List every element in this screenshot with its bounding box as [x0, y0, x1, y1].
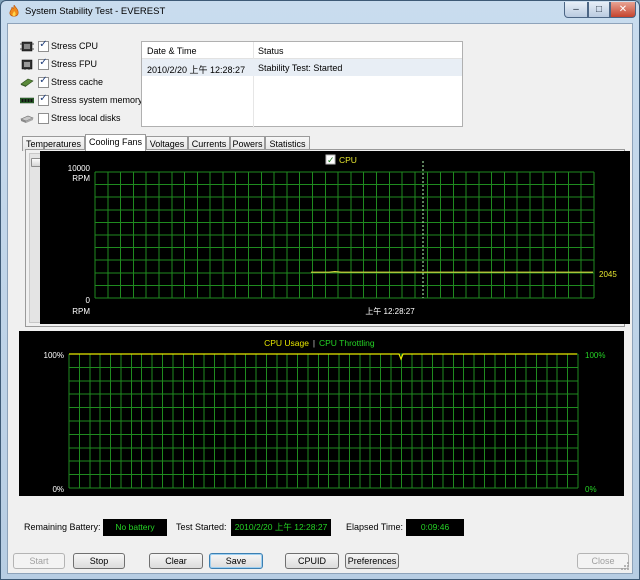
check-icon: ✓	[39, 39, 48, 50]
test-started-value: 2010/2/20 上午 12:28:27	[231, 519, 331, 536]
close-icon: ✕	[618, 4, 628, 15]
stress-fpu-checkbox[interactable]: ✓	[38, 57, 49, 70]
check-icon: ✓	[39, 93, 48, 104]
fpu-chip-icon	[21, 59, 33, 70]
elapsed-time-label: Elapsed Time:	[346, 522, 404, 532]
window-title: System Stability Test - EVEREST	[25, 6, 166, 17]
legend-cpu-throttling: CPU Throttling	[319, 338, 375, 348]
legend-cpu-usage: CPU Usage	[264, 338, 309, 348]
stress-cache-label: Stress cache	[51, 77, 104, 87]
cpu-usage-series-line	[69, 353, 577, 361]
usage-right-bottom-label: 0%	[585, 485, 597, 494]
stability-test-window: System Stability Test - EVEREST – □ ✕ ✓ …	[0, 0, 640, 580]
cpu-usage-graph: CPU Usage | CPU Throttling 100% 0% 100% …	[19, 331, 624, 496]
cpu-chip-icon	[20, 41, 34, 52]
resize-grip-icon[interactable]	[620, 561, 630, 571]
stress-memory-label: Stress system memory	[51, 95, 143, 105]
stress-cpu-label: Stress CPU	[51, 41, 99, 51]
log-header: Date & Time Status	[142, 42, 462, 59]
log-row[interactable]: 2010/2/20 上午 12:28:27 Stability Test: St…	[142, 59, 462, 76]
test-started-label: Test Started:	[176, 522, 227, 532]
fan-y-min-label: 0	[86, 296, 91, 305]
start-button[interactable]: Start	[13, 553, 65, 569]
minimize-icon: –	[573, 4, 579, 15]
column-header-status[interactable]: Status	[258, 46, 284, 56]
preferences-button[interactable]: Preferences	[345, 553, 399, 569]
column-header-datetime[interactable]: Date & Time	[147, 46, 197, 56]
usage-left-bottom-label: 0%	[52, 485, 64, 494]
fan-time-label: 上午 12:28:27	[365, 306, 415, 316]
cpu-usage-chart: CPU Usage | CPU Throttling 100% 0% 100% …	[44, 338, 606, 494]
elapsed-time-value: 0:09:46	[406, 519, 464, 536]
stress-cpu-checkbox[interactable]: ✓	[38, 39, 49, 52]
fan-speed-graph: ✓ CPU 10000 RPM 0 RPM 上午 12:28:27 2045	[40, 151, 630, 324]
fan-legend-cpu: CPU	[339, 155, 357, 165]
log-row-datetime: 2010/2/20 上午 12:28:27	[147, 65, 246, 75]
flame-app-icon	[9, 5, 19, 17]
fan-graph-grid	[94, 171, 595, 299]
clear-button[interactable]: Clear	[149, 553, 203, 569]
stress-fpu-label: Stress FPU	[51, 59, 98, 69]
stop-button[interactable]: Stop	[73, 553, 125, 569]
stress-disks-checkbox[interactable]	[38, 113, 49, 124]
cpu-fan-series-line	[311, 270, 593, 273]
check-icon: ✓	[327, 156, 335, 166]
cooling-fans-panel: ✓ CPU 10000 RPM 0 RPM 上午 12:28:27 2045	[25, 149, 630, 327]
stress-cache-checkbox[interactable]: ✓	[38, 75, 49, 88]
disk-drive-icon	[20, 115, 34, 123]
battery-value: No battery	[103, 519, 167, 536]
battery-label: Remaining Battery:	[24, 522, 101, 532]
cache-icon	[20, 78, 34, 87]
stress-memory-checkbox[interactable]: ✓	[38, 93, 49, 106]
fan-speed-chart: ✓ CPU 10000 RPM 0 RPM 上午 12:28:27 2045	[68, 154, 617, 316]
usage-graph-grid	[68, 353, 579, 489]
usage-right-top-label: 100%	[585, 351, 605, 360]
fan-y-unit-top: RPM	[72, 174, 90, 183]
close-window-button[interactable]: ✕	[610, 2, 636, 18]
cpuid-button[interactable]: CPUID	[285, 553, 339, 569]
fan-y-unit-bottom: RPM	[72, 307, 90, 316]
fan-current-value: 2045	[599, 270, 617, 279]
tab-cooling-fans[interactable]: Cooling Fans	[85, 134, 146, 151]
check-icon: ✓	[39, 57, 48, 68]
check-icon: ✓	[39, 75, 48, 86]
column-divider	[253, 42, 254, 128]
legend-separator: |	[313, 338, 315, 348]
minimize-button[interactable]: –	[564, 2, 588, 18]
log-row-status: Stability Test: Started	[258, 63, 343, 73]
title-bar[interactable]: System Stability Test - EVEREST – □ ✕	[1, 1, 639, 23]
test-log-list[interactable]: Date & Time Status 2010/2/20 上午 12:28:27…	[141, 41, 463, 128]
save-button[interactable]: Save	[209, 553, 263, 569]
stress-disks-label: Stress local disks	[51, 113, 121, 123]
usage-left-top-label: 100%	[44, 351, 64, 360]
status-bar: Remaining Battery: No battery Test Start…	[8, 516, 632, 538]
maximize-icon: □	[595, 4, 603, 15]
cpu-legend-checkbox[interactable]: ✓	[325, 154, 336, 166]
client-area: ✓ Stress CPU ✓ Stress FPU ✓ Stress cache	[7, 23, 633, 574]
memory-module-icon	[20, 97, 34, 104]
maximize-button[interactable]: □	[588, 2, 610, 18]
fan-y-max-label: 10000	[68, 164, 91, 173]
